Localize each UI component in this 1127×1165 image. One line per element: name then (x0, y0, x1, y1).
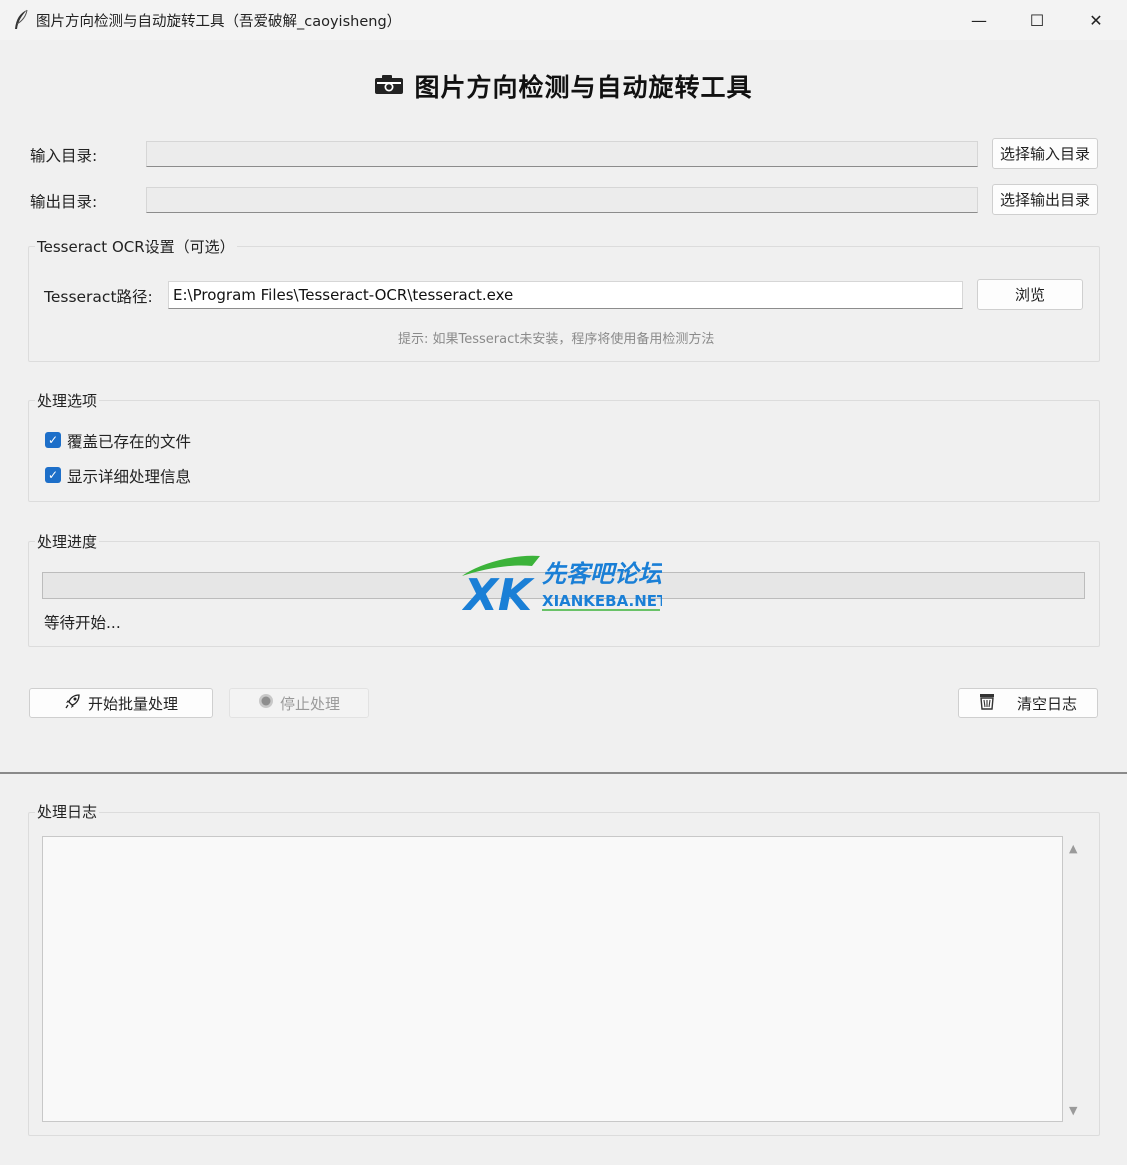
tesseract-path-label: Tesseract路径: (44, 288, 153, 306)
tesseract-path-field[interactable]: E:\Program Files\Tesseract-OCR\tesseract… (168, 281, 963, 309)
page-title: 图片方向检测与自动旋转工具 (414, 73, 753, 102)
start-batch-label: 开始批量处理 (87, 694, 178, 713)
scroll-down-arrow[interactable]: ▼ (1069, 1104, 1077, 1117)
feather-app-icon (12, 9, 30, 31)
output-dir-field[interactable] (146, 187, 978, 213)
maximize-button[interactable]: ☐ (1008, 0, 1066, 40)
close-button[interactable]: ✕ (1067, 0, 1125, 40)
stop-processing-button[interactable]: 停止处理 (229, 688, 369, 718)
stop-processing-label: 停止处理 (279, 694, 340, 713)
watermark-logo: XK 先客吧论坛 XIANKEBA.NET (461, 552, 668, 621)
stop-circle-icon (258, 693, 274, 713)
progress-status: 等待开始... (44, 614, 121, 632)
scroll-up-arrow[interactable]: ▲ (1069, 842, 1077, 855)
options-group-title: 处理选项 (35, 390, 100, 411)
minimize-button[interactable]: — (950, 0, 1008, 40)
header: 图片方向检测与自动旋转工具 (0, 68, 1127, 104)
watermark-site-url: XIANKEBA.NET (542, 592, 662, 610)
overwrite-label[interactable]: 覆盖已存在的文件 (67, 430, 191, 452)
clear-log-button[interactable]: 清空日志 (958, 688, 1098, 718)
input-dir-field[interactable] (146, 141, 978, 167)
progress-group-title: 处理进度 (35, 531, 100, 552)
input-dir-label: 输入目录: (30, 147, 98, 165)
verbose-label[interactable]: 显示详细处理信息 (67, 465, 191, 487)
overwrite-checkbox[interactable]: ✓ (45, 432, 61, 448)
clear-log-label: 清空日志 (1016, 694, 1077, 713)
watermark-letters: XK (462, 570, 535, 614)
select-output-dir-button[interactable]: 选择输出目录 (992, 184, 1098, 215)
log-textarea[interactable] (42, 836, 1063, 1122)
tesseract-hint: 提示: 如果Tesseract未安装，程序将使用备用检测方法 (398, 332, 715, 347)
window-title: 图片方向检测与自动旋转工具（吾爱破解_caoyisheng） (36, 14, 402, 30)
camera-icon (374, 73, 404, 99)
log-scrollbar[interactable]: ▲ ▼ (1066, 836, 1084, 1122)
tesseract-group-title: Tesseract OCR设置（可选） (35, 236, 237, 257)
rocket-icon (64, 692, 82, 714)
start-batch-button[interactable]: 开始批量处理 (29, 688, 213, 718)
browse-button[interactable]: 浏览 (977, 279, 1083, 310)
log-group-title: 处理日志 (35, 801, 100, 822)
wastebasket-icon (979, 693, 995, 714)
verbose-checkbox[interactable]: ✓ (45, 467, 61, 483)
pane-separator[interactable] (0, 772, 1127, 774)
output-dir-label: 输出目录: (30, 193, 98, 211)
watermark-site-name: 先客吧论坛 (542, 560, 662, 588)
select-input-dir-button[interactable]: 选择输入目录 (992, 138, 1098, 169)
